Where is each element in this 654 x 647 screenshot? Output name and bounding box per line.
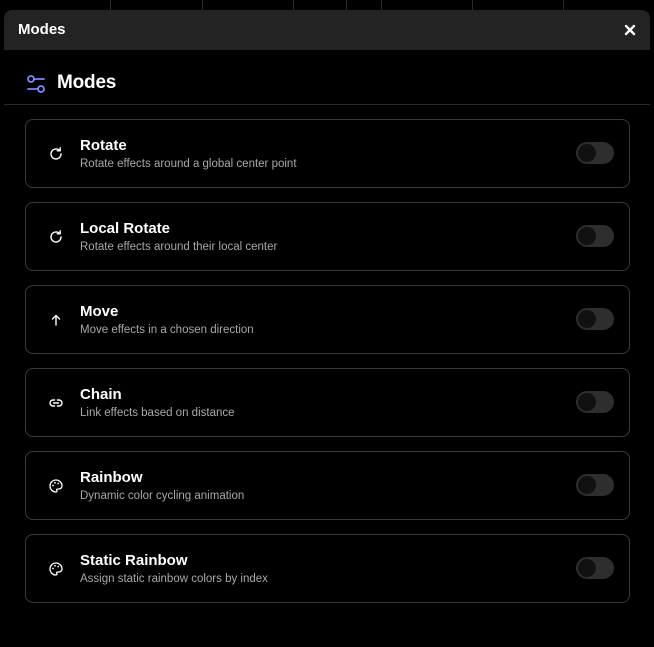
mode-description: Rotate effects around their local center [80,241,278,253]
mode-description: Link effects based on distance [80,407,235,419]
mode-description: Assign static rainbow colors by index [80,573,268,585]
mode-title: Static Rainbow [80,552,188,569]
mode-title: Rainbow [80,469,143,486]
chain-toggle[interactable] [576,391,614,413]
rainbow-toggle[interactable] [576,474,614,496]
toggle-knob [578,476,596,494]
window-title: Modes [18,21,66,38]
mode-card-move: Move Move effects in a chosen direction [25,285,630,354]
palette-icon [49,479,63,493]
mode-card-rainbow: Rainbow Dynamic color cycling animation [25,451,630,520]
link-icon [49,399,63,407]
toggle-knob [578,310,596,328]
mode-card-chain: Chain Link effects based on distance [25,368,630,437]
mode-description: Dynamic color cycling animation [80,490,245,502]
window-titlebar: Modes [4,10,650,50]
close-button[interactable] [622,22,638,38]
mode-description: Move effects in a chosen direction [80,324,254,336]
close-icon[interactable] [622,22,638,38]
move-toggle[interactable] [576,308,614,330]
static-rainbow-toggle[interactable] [576,557,614,579]
toggle-knob [578,144,596,162]
rotate-icon [50,230,62,243]
rotate-icon [50,147,62,160]
arrow-up-icon [51,314,61,326]
sliders-icon [27,75,45,93]
mode-card-rotate: Rotate Rotate effects around a global ce… [25,119,630,188]
mode-title: Rotate [80,137,127,154]
toggle-knob [578,393,596,411]
mode-title: Chain [80,386,122,403]
modes-header: Modes [4,50,650,105]
palette-icon [49,562,63,576]
mode-title: Local Rotate [80,220,171,237]
mode-card-local-rotate: Local Rotate Rotate effects around their… [25,202,630,271]
modes-window: Modes Modes Rotate Rotate effects around… [4,10,650,647]
background-grid [0,0,654,10]
mode-card-static-rainbow: Static Rainbow Assign static rainbow col… [25,534,630,603]
mode-description: Rotate effects around a global center po… [80,158,297,170]
mode-list: Rotate Rotate effects around a global ce… [25,119,630,617]
page-title: Modes [57,72,117,93]
toggle-knob [578,227,596,245]
mode-title: Move [80,303,119,320]
local-rotate-toggle[interactable] [576,225,614,247]
toggle-knob [578,559,596,577]
rotate-toggle[interactable] [576,142,614,164]
